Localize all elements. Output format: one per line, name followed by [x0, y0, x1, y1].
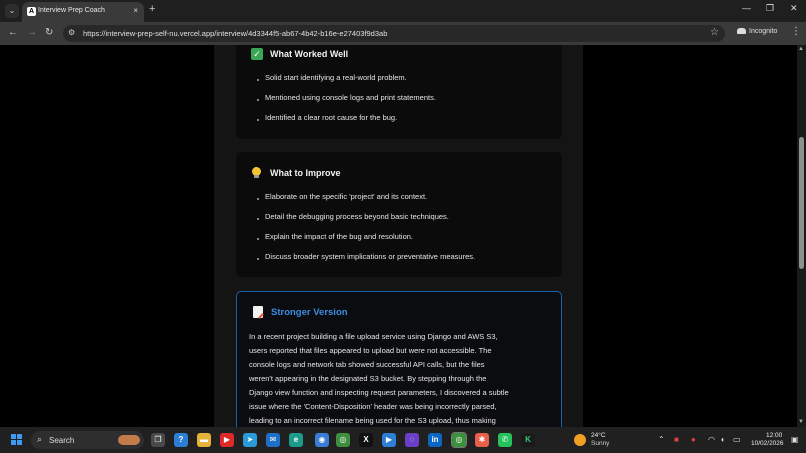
chrome-active-icon[interactable]: ◎ [451, 432, 467, 448]
list-item: Solid start identifying a real-world pro… [257, 73, 407, 82]
stronger-version-title: Stronger Version [271, 307, 348, 318]
list-item: Explain the impact of the bug and resolu… [257, 232, 413, 241]
incognito-indicator[interactable]: Incognito [737, 28, 777, 35]
taskbar-search-box[interactable]: ⌕ Search [31, 431, 144, 449]
weather-description[interactable]: Sunny [591, 440, 609, 447]
list-item: Detail the debugging process beyond basi… [257, 212, 449, 221]
bullet-icon [257, 198, 259, 201]
bullet-icon [257, 79, 259, 82]
tab-title: Interview Prep Coach [38, 7, 105, 14]
list-item: Mentioned using console logs and print s… [257, 93, 436, 102]
clock-time[interactable]: 12:00 [766, 432, 782, 439]
linkedin-icon[interactable]: in [428, 433, 442, 447]
new-tab-button[interactable]: + [149, 3, 155, 15]
minimize-button[interactable]: — [742, 3, 751, 13]
file-explorer-icon[interactable]: ▬ [197, 433, 211, 447]
list-item: Identified a clear root cause for the bu… [257, 113, 397, 122]
paragraph-line: issue where the 'Content-Disposition' he… [249, 402, 497, 411]
list-item: Elaborate on the specific 'project' and … [257, 192, 427, 201]
paragraph-line: console logs and network tab showed succ… [249, 360, 485, 369]
volume-icon[interactable]: ◖ [720, 435, 725, 444]
list-item-text: Mentioned using console logs and print s… [265, 93, 436, 102]
bullet-icon [257, 218, 259, 221]
chrome-icon[interactable]: ◎ [336, 433, 350, 447]
paragraph-line: weren't appearing in the designated S3 b… [249, 374, 487, 383]
worked-well-title: What Worked Well [270, 49, 349, 59]
incognito-label: Incognito [749, 28, 778, 35]
close-window-button[interactable]: ✕ [790, 3, 798, 14]
improve-card: What to Improve Elaborate on the specifi… [236, 152, 562, 277]
check-mark-icon: ✓ [251, 48, 263, 60]
browser-tab-active[interactable]: A Interview Prep Coach × [22, 2, 144, 22]
edge-icon[interactable]: e [289, 433, 303, 447]
taskbar-search-label: Search [49, 436, 75, 445]
widget-icon[interactable]: ◉ [315, 433, 329, 447]
scrollbar-thumb[interactable] [799, 137, 804, 269]
help-icon[interactable]: ? [174, 433, 188, 447]
browser-toolbar: ← → ↻ ⚙ https://interview-prep-self-nu.v… [0, 22, 806, 45]
browser-tab-strip: ⌄ A Interview Prep Coach × + — ❐ ✕ [0, 0, 806, 22]
clock-date[interactable]: 10/02/2026 [751, 440, 784, 447]
list-item-text: Elaborate on the specific 'project' and … [265, 192, 428, 201]
list-item-text: Solid start identifying a real-world pro… [265, 73, 407, 82]
windows-start-icon[interactable] [11, 434, 23, 446]
worked-well-card: ✓ What Worked Well Solid start identifyi… [236, 45, 562, 139]
scroll-down-icon[interactable]: ▼ [798, 419, 804, 425]
app-icon[interactable]: ✱ [475, 433, 489, 447]
maximize-button[interactable]: ❐ [766, 3, 774, 14]
address-bar[interactable]: ⚙ https://interview-prep-self-nu.vercel.… [63, 25, 725, 42]
browser-menu-icon[interactable]: ⋮ [791, 26, 801, 37]
tab-favicon-icon: A [27, 7, 36, 16]
reload-button[interactable]: ↻ [45, 27, 53, 38]
bullet-icon [257, 258, 259, 261]
list-item: Discuss broader system implications or p… [257, 252, 475, 261]
list-item-text: Identified a clear root cause for the bu… [265, 113, 398, 122]
k-app-icon[interactable]: K [521, 433, 535, 447]
bullet-icon [257, 119, 259, 122]
search-icon: ⌕ [37, 434, 43, 444]
tab-close-icon[interactable]: × [133, 6, 138, 15]
weather-temperature[interactable]: 24°C [591, 432, 606, 439]
bullet-icon [257, 238, 259, 241]
paragraph-line: Django view function and inspecting requ… [249, 388, 509, 397]
page-viewport: ✓ What Worked Well Solid start identifyi… [0, 45, 797, 427]
x-icon[interactable]: X [359, 433, 373, 447]
tray-app-icon[interactable]: ■ [674, 435, 679, 444]
copilot-icon[interactable]: ◌ [405, 433, 419, 447]
paragraph-line: users reported that files appeared to up… [249, 346, 492, 355]
list-item-text: Detail the debugging process beyond basi… [265, 212, 449, 221]
list-item-text: Explain the impact of the bug and resolu… [265, 232, 414, 241]
address-bar-url: https://interview-prep-self-nu.vercel.ap… [83, 29, 388, 38]
wifi-icon[interactable]: ◠ [708, 435, 715, 444]
page-scrollbar[interactable]: ▲ ▼ [797, 45, 806, 427]
tab-search-button[interactable]: ⌄ [5, 4, 19, 18]
incognito-icon [737, 28, 746, 35]
notification-icon[interactable]: ▣ [791, 435, 799, 444]
windows-taskbar: ⌕ Search ❐ ? ▬ ▶ ➤ ✉ e ◉ ◎ X ▶ ◌ in ◎ ✱ … [0, 427, 806, 453]
forward-button[interactable]: → [27, 27, 37, 38]
media-player-icon[interactable]: ▶ [382, 433, 396, 447]
memo-icon [253, 306, 263, 318]
bookmark-star-icon[interactable]: ☆ [710, 27, 719, 38]
telegram-icon[interactable]: ➤ [243, 433, 257, 447]
paragraph-line: leading to an incorrect filename being u… [249, 416, 496, 425]
search-highlight-icon [118, 435, 140, 445]
sun-icon [574, 434, 586, 446]
task-view-icon[interactable]: ❐ [151, 433, 165, 447]
improve-title: What to Improve [270, 168, 341, 178]
battery-icon[interactable]: ▭ [733, 435, 741, 444]
list-item-text: Discuss broader system implications or p… [265, 252, 476, 261]
light-bulb-icon [252, 167, 261, 178]
site-info-icon[interactable]: ⚙ [68, 28, 75, 37]
tray-app-icon-2[interactable]: ● [691, 435, 696, 444]
back-button[interactable]: ← [8, 27, 18, 38]
stronger-version-card: Stronger Version In a recent project bui… [236, 291, 562, 427]
scroll-up-icon[interactable]: ▲ [798, 46, 804, 52]
youtube-icon[interactable]: ▶ [220, 433, 234, 447]
mail-icon[interactable]: ✉ [266, 433, 280, 447]
whatsapp-icon[interactable]: ✆ [498, 433, 512, 447]
paragraph-line: In a recent project building a file uplo… [249, 332, 498, 341]
chevron-up-icon[interactable]: ⌃ [658, 435, 665, 444]
bullet-icon [257, 99, 259, 102]
